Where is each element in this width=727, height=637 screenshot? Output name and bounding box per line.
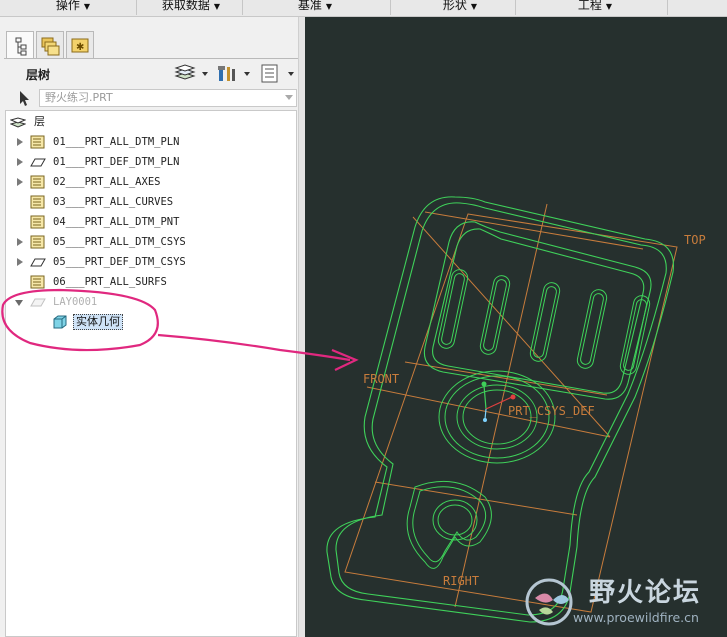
tab-model-tree[interactable] <box>6 31 34 59</box>
ribbon-group-bar: 操作 ▼ 获取数据 ▼ 基准 ▼ 形状 ▼ 工程 ▼ <box>0 0 727 17</box>
chevron-down-icon <box>285 95 293 100</box>
expand-icon[interactable] <box>17 178 23 186</box>
expand-icon[interactable] <box>17 158 23 166</box>
navigator-panel: ✱ 层树 野火练习.PRT 层 01___PRT_ALL_DTM_PLN 01_… <box>0 17 304 637</box>
select-model-button[interactable] <box>15 89 35 107</box>
layer-tree: 层 01___PRT_ALL_DTM_PLN 01___PRT_DEF_DTM_… <box>5 110 297 637</box>
menu-engineering[interactable]: 工程 ▼ <box>560 0 630 15</box>
edit-tools-button[interactable] <box>216 64 252 84</box>
tree-layer-item[interactable]: 02___PRT_ALL_AXES <box>6 172 296 192</box>
model-dropdown[interactable]: 野火练习.PRT <box>39 89 297 107</box>
menu-get-data[interactable]: 获取数据 ▼ <box>146 0 236 15</box>
layer-icon <box>30 275 45 289</box>
layers-stack-icon <box>10 117 26 128</box>
panel-splitter[interactable] <box>298 17 305 637</box>
forum-watermark: 野火论坛 www.proewildfire.cn <box>517 570 727 637</box>
datum-label-front[interactable]: FRONT <box>363 372 399 386</box>
tree-layer-item[interactable]: 04___PRT_ALL_DTM_PNT <box>6 212 296 232</box>
tools-icon <box>218 66 250 81</box>
layer-icon <box>30 215 45 229</box>
svg-text:✱: ✱ <box>76 42 84 53</box>
expand-icon[interactable] <box>17 138 23 146</box>
solid-geometry-icon <box>53 315 67 329</box>
panel-title: 层树 <box>26 68 51 82</box>
datum-plane-icon <box>30 258 46 267</box>
tree-layer-item[interactable]: 01___PRT_DEF_DTM_PLN <box>6 152 296 172</box>
layers-folder-icon <box>41 37 60 56</box>
favorites-icon: ✱ <box>71 38 89 53</box>
graphics-window[interactable]: TOP FRONT PRT_CSYS_DEF RIGHT <box>305 17 727 637</box>
tree-root-layers[interactable]: 层 <box>6 112 296 132</box>
cursor-arrow-icon <box>20 91 29 106</box>
datum-label-top[interactable]: TOP <box>684 233 706 247</box>
menu-shapes[interactable]: 形状 ▼ <box>425 0 495 15</box>
model-tree-icon <box>15 37 27 56</box>
tree-layer-item[interactable]: 01___PRT_ALL_DTM_PLN <box>6 132 296 152</box>
settings-list-button[interactable] <box>260 64 296 84</box>
tree-layer-item[interactable]: 05___PRT_ALL_DTM_CSYS <box>6 232 296 252</box>
datum-plane-icon <box>30 158 46 167</box>
datum-label-right[interactable]: RIGHT <box>443 574 479 588</box>
hidden-layer-icon <box>30 298 46 307</box>
watermark-title: 野火论坛 <box>589 578 702 608</box>
tree-layer-item[interactable]: 06___PRT_ALL_SURFS <box>6 272 296 292</box>
tree-layer-item[interactable]: 05___PRT_DEF_DTM_CSYS <box>6 252 296 272</box>
layer-icon <box>30 135 45 149</box>
layer-icon <box>30 195 45 209</box>
watermark-url: www.proewildfire.cn <box>573 610 699 625</box>
tab-layers[interactable] <box>36 31 64 59</box>
layers-stack-icon <box>174 64 208 80</box>
layer-icon <box>30 175 45 189</box>
collapse-icon[interactable] <box>15 300 23 306</box>
menu-operations[interactable]: 操作 ▼ <box>38 0 108 15</box>
menu-datum[interactable]: 基准 ▼ <box>280 0 350 15</box>
layer-icon <box>30 235 45 249</box>
part-wireframe: TOP FRONT PRT_CSYS_DEF RIGHT <box>326 196 706 623</box>
expand-icon[interactable] <box>17 238 23 246</box>
datum-label-csys[interactable]: PRT_CSYS_DEF <box>508 404 595 418</box>
layer-show-button[interactable] <box>174 64 210 84</box>
tree-layer-item[interactable]: 03___PRT_ALL_CURVES <box>6 192 296 212</box>
tree-layer-hidden[interactable]: LAY0001 <box>6 292 296 312</box>
tree-item-solid-geometry[interactable]: 实体几何 <box>6 312 296 332</box>
list-settings-icon <box>261 64 294 83</box>
slots <box>437 269 651 375</box>
tab-favorites[interactable]: ✱ <box>66 31 94 59</box>
expand-icon[interactable] <box>17 258 23 266</box>
